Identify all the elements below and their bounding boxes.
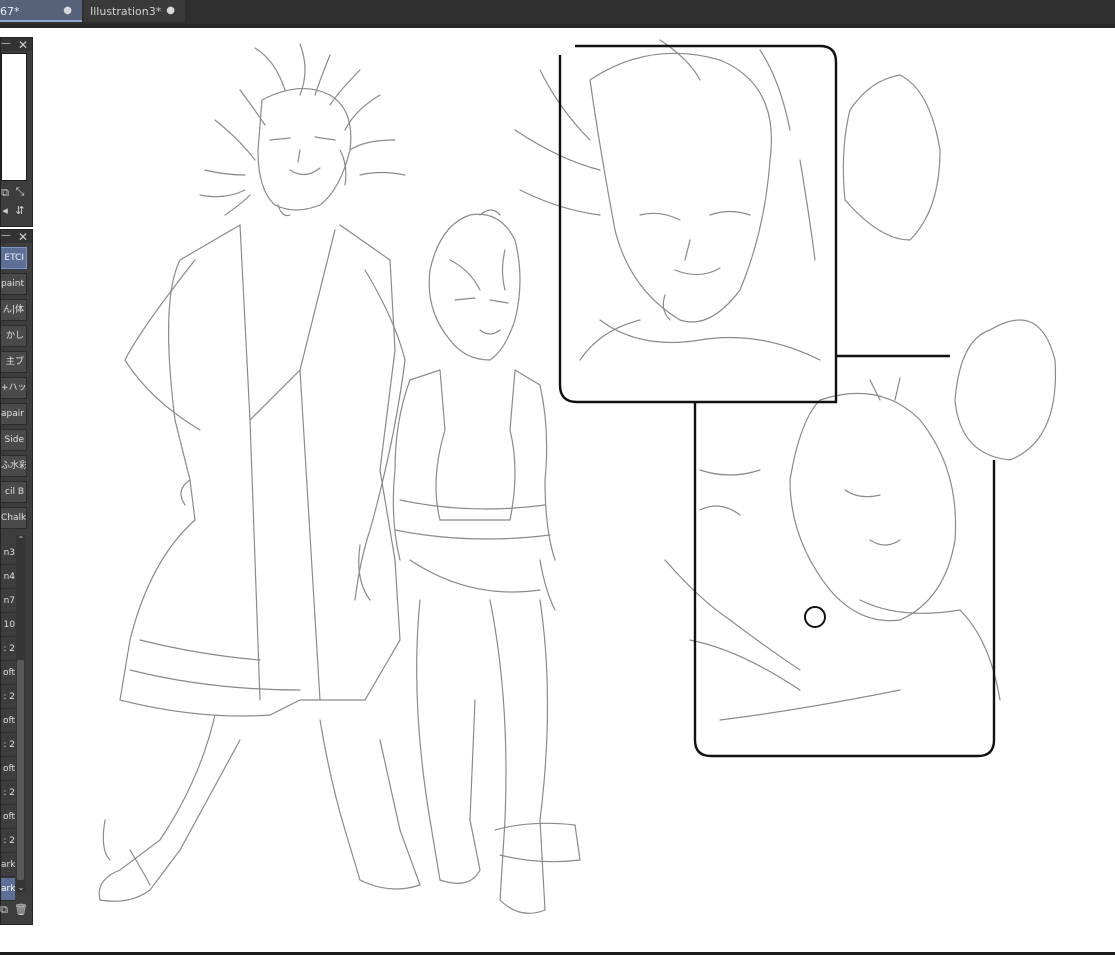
unsaved-dot-icon: ●: [63, 5, 72, 16]
layer-row[interactable]: : 2: [1, 638, 15, 661]
new-layer-icon[interactable]: ⧉: [0, 904, 10, 916]
layer-row[interactable]: oft: [1, 806, 15, 829]
actual-size-icon[interactable]: ⤡: [14, 186, 26, 198]
comic-panel-borders: [558, 44, 996, 758]
sketch-tall-character: [98, 43, 421, 902]
document-tab-bar: 67* ● Illustration3* ●: [0, 0, 1115, 24]
document-tab-illustration3[interactable]: Illustration3* ●: [84, 0, 185, 22]
brush-item[interactable]: +ハッ: [1, 377, 27, 399]
tab-label: Illustration3*: [90, 5, 162, 18]
layer-row[interactable]: : 2: [1, 686, 15, 709]
fit-window-icon[interactable]: ⧉: [0, 187, 11, 199]
sketch-accent-mark: [804, 606, 826, 628]
sketch-artwork: [98, 39, 1057, 914]
layer-row[interactable]: 10: [1, 614, 15, 637]
layer-row[interactable]: n3: [1, 542, 15, 565]
brush-item[interactable]: 主ブ: [1, 351, 27, 373]
rotate-left-icon[interactable]: ◂: [0, 205, 11, 217]
flip-icon[interactable]: ⇵: [14, 205, 26, 217]
navigator-preview[interactable]: [1, 53, 27, 181]
brush-item[interactable]: Chalk: [1, 507, 27, 529]
layer-row[interactable]: oft: [1, 662, 15, 685]
brush-item[interactable]: ETCI: [1, 247, 27, 269]
layer-row[interactable]: oft: [1, 710, 15, 733]
brush-item[interactable]: cil B: [1, 481, 27, 503]
brush-item[interactable]: Side: [1, 429, 27, 451]
layer-row[interactable]: n7: [1, 590, 15, 613]
brush-item[interactable]: かし: [1, 325, 27, 347]
layer-row[interactable]: oft: [1, 758, 15, 781]
navigator-panel: — ✕ ⧉ ⤡ ◂ ⇵: [0, 37, 33, 227]
brush-item[interactable]: paint: [1, 273, 27, 295]
layer-row[interactable]: : 2: [1, 782, 15, 805]
layer-row[interactable]: : 2: [1, 830, 15, 853]
layer-row[interactable]: : 2: [1, 734, 15, 757]
layer-scrollbar[interactable]: ⌃ ⌄: [16, 535, 26, 893]
layer-row-selected[interactable]: ark: [1, 878, 15, 901]
scroll-down-icon[interactable]: ⌄: [16, 883, 26, 893]
brush-item[interactable]: ん|体: [1, 299, 27, 321]
layer-row[interactable]: n4: [1, 566, 15, 589]
layer-row[interactable]: ark: [1, 854, 15, 877]
brush-item[interactable]: ふ水彩: [1, 455, 27, 477]
brush-layer-panel: — ✕ ETCI paint ん|体 かし 主ブ +ハッ apair Side …: [0, 229, 33, 925]
sketch-small-character: [358, 209, 581, 914]
navigator-panel-titlebar[interactable]: — ✕: [1, 38, 32, 51]
unsaved-dot-icon: ●: [166, 5, 175, 16]
collapse-icon[interactable]: —: [1, 231, 11, 241]
drawing-canvas[interactable]: [0, 28, 1115, 952]
brush-panel-titlebar[interactable]: — ✕: [1, 230, 32, 243]
scrollbar-thumb[interactable]: [17, 660, 24, 880]
document-tab-active[interactable]: 67* ●: [0, 0, 82, 22]
sketch-panel-one-content: [514, 39, 941, 361]
sketch-panel-two-content: [664, 319, 1057, 721]
collapse-icon[interactable]: —: [1, 39, 11, 49]
layer-panel-footer: ⧉ 🗑: [0, 900, 32, 920]
close-icon[interactable]: ✕: [18, 231, 28, 243]
close-icon[interactable]: ✕: [18, 39, 28, 51]
brush-item[interactable]: apair: [1, 403, 27, 425]
tab-label: 67*: [0, 5, 20, 18]
trash-icon[interactable]: 🗑: [14, 904, 28, 916]
scroll-up-icon[interactable]: ⌃: [16, 535, 26, 545]
